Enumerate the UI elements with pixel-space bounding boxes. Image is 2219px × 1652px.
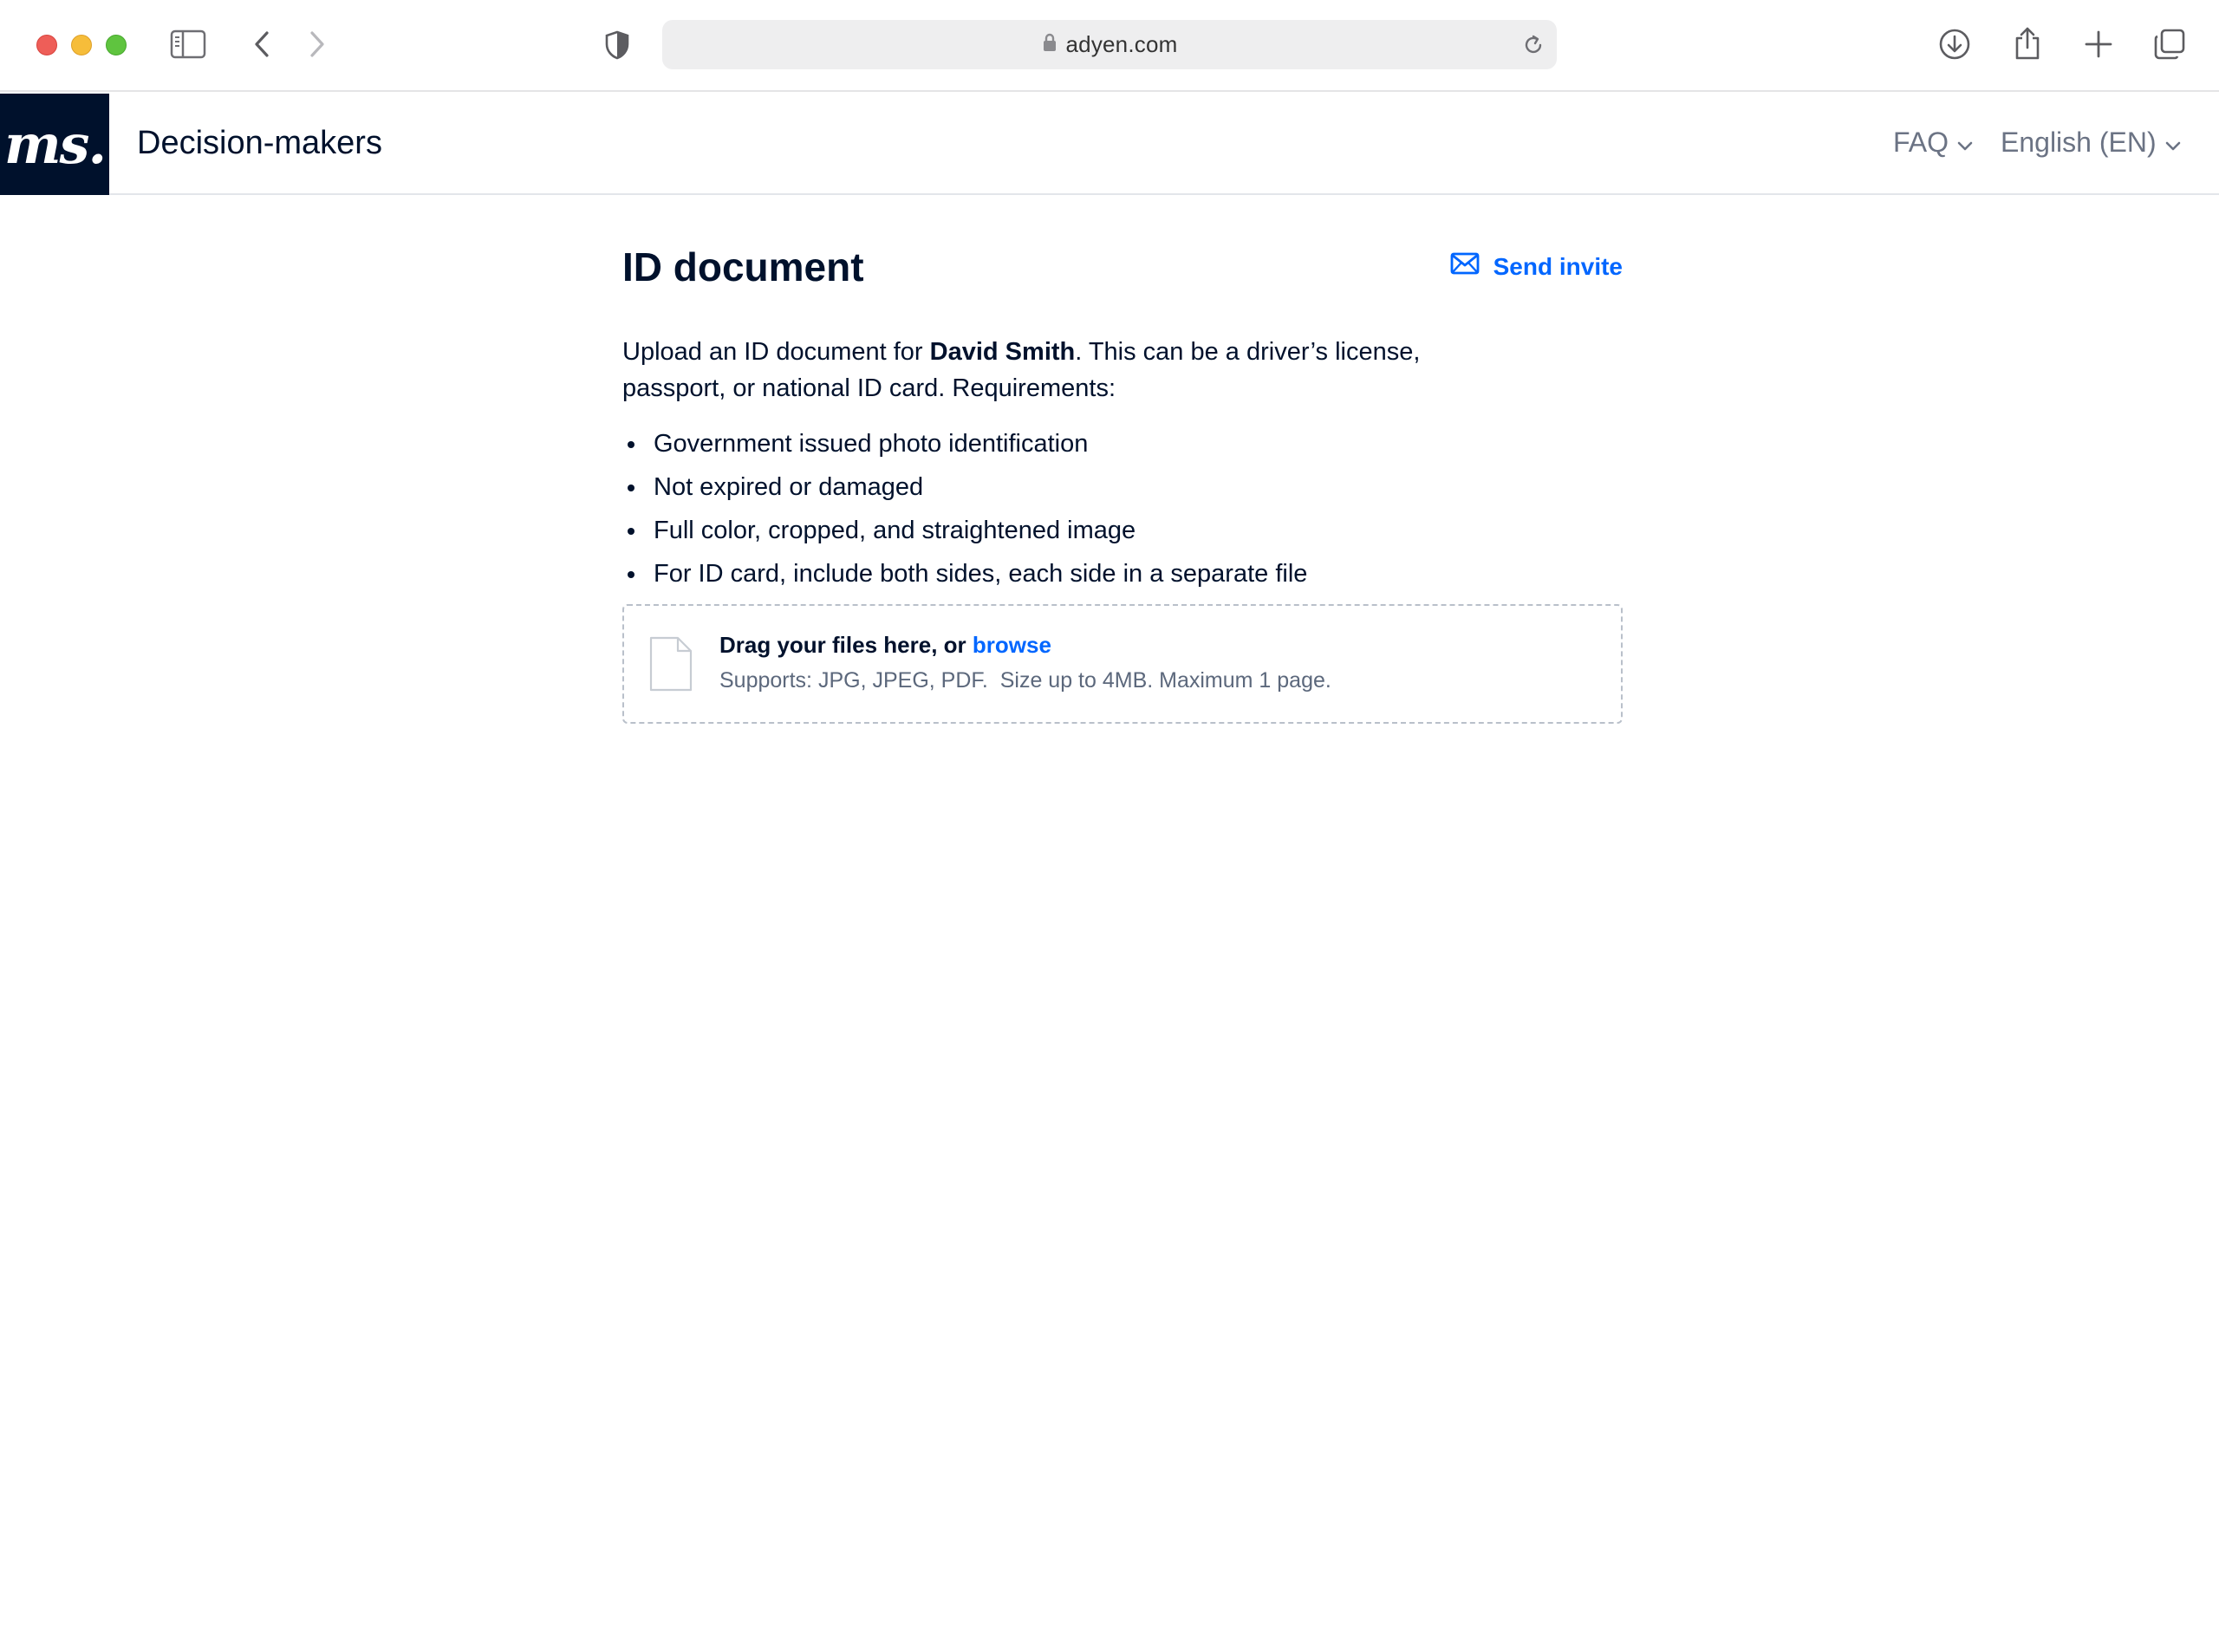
tabs-overview-icon[interactable] <box>2153 28 2186 61</box>
address-bar[interactable]: adyen.com <box>662 20 1557 69</box>
logo-text: ms. <box>3 113 107 176</box>
send-invite-label: Send invite <box>1493 252 1623 280</box>
list-item: Government issued photo identification <box>622 422 1307 465</box>
mail-icon <box>1450 252 1493 281</box>
list-item: Full color, cropped, and straightened im… <box>622 509 1307 552</box>
list-item: For ID card, include both sides, each si… <box>622 552 1307 595</box>
file-icon <box>648 635 693 697</box>
page-title: ID document <box>622 244 864 289</box>
new-tab-icon[interactable] <box>2084 29 2113 59</box>
lock-icon <box>1042 32 1057 57</box>
download-icon[interactable] <box>1938 28 1971 61</box>
person-name: David Smith <box>929 338 1076 366</box>
dropzone-supports: Supports: JPG, JPEG, PDF. Size up to 4MB… <box>719 668 1331 693</box>
reload-icon[interactable] <box>1522 34 1545 61</box>
zoom-window-button[interactable] <box>106 35 127 55</box>
brand-logo[interactable]: ms. <box>0 94 109 195</box>
url-text: adyen.com <box>1065 31 1178 57</box>
send-invite-button[interactable]: Send invite <box>1450 252 1623 281</box>
intro-before: Upload an ID document for <box>622 338 930 366</box>
language-label: English (EN) <box>2001 127 2157 158</box>
forward-icon[interactable] <box>305 29 329 59</box>
page-section-title: Decision-makers <box>137 125 382 161</box>
sidebar-icon[interactable] <box>170 29 206 59</box>
back-icon[interactable] <box>250 29 274 59</box>
chevron-down-icon <box>2165 127 2181 159</box>
list-item: Not expired or damaged <box>622 465 1307 509</box>
intro-text: Upload an ID document for David Smith. T… <box>622 334 1489 406</box>
faq-dropdown[interactable]: FAQ <box>1893 127 1973 159</box>
browse-link[interactable]: browse <box>973 632 1051 658</box>
minimize-window-button[interactable] <box>71 35 92 55</box>
file-dropzone[interactable]: Drag your files here, or browse Supports… <box>622 604 1623 724</box>
share-icon[interactable] <box>2013 26 2042 61</box>
language-dropdown[interactable]: English (EN) <box>2001 127 2181 159</box>
chevron-down-icon <box>1957 127 1973 159</box>
browser-toolbar: adyen.com <box>0 0 2219 92</box>
close-window-button[interactable] <box>36 35 57 55</box>
requirements-list: Government issued photo identification N… <box>622 422 1307 595</box>
dropzone-title: Drag your files here, or browse <box>719 632 1051 659</box>
dropzone-prefix: Drag your files here, or <box>719 632 973 658</box>
app-header: ms. Decision-makers FAQ English (EN) <box>0 94 2219 195</box>
faq-label: FAQ <box>1893 127 1949 158</box>
shield-icon[interactable] <box>603 29 631 61</box>
